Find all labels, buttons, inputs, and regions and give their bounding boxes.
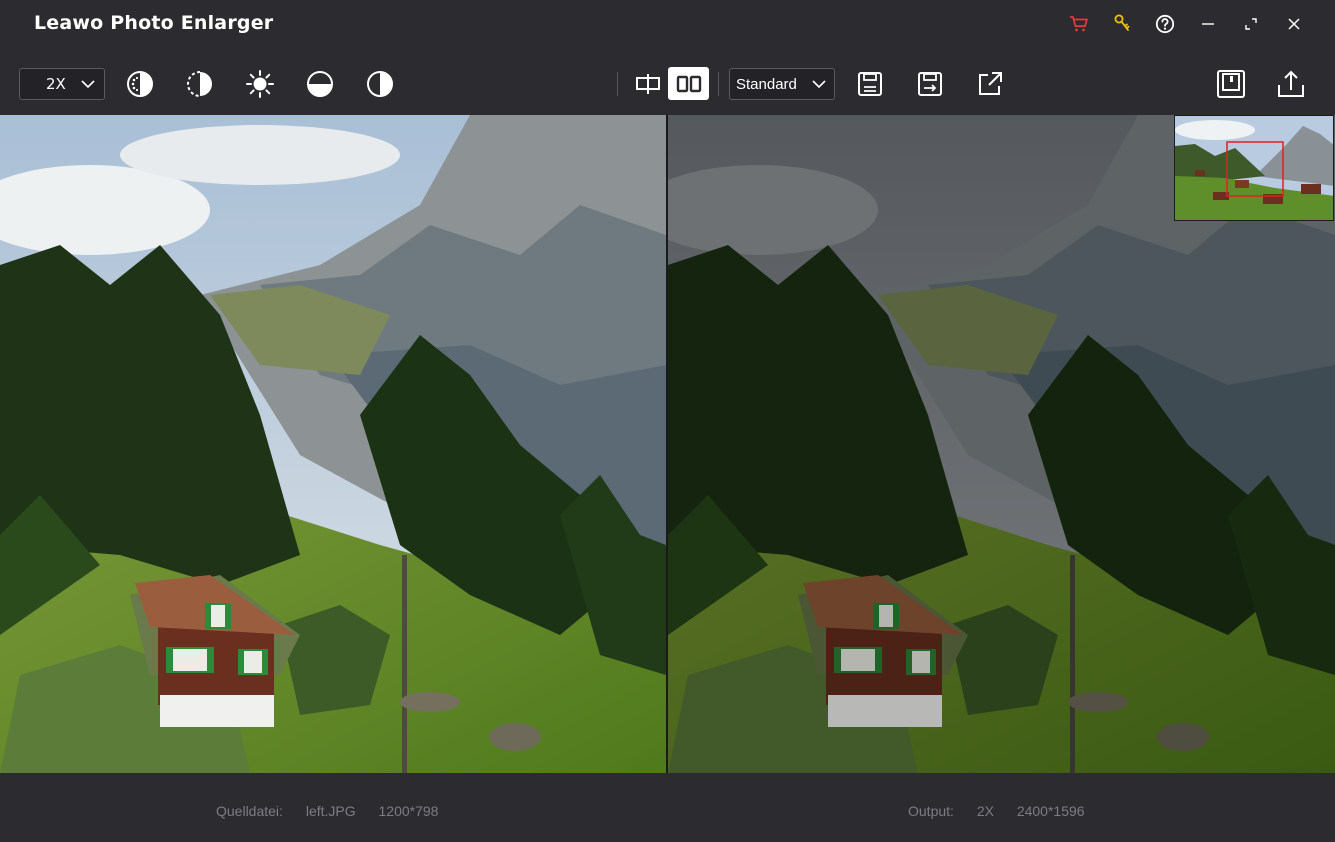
key-icon[interactable] [1100, 8, 1143, 40]
navigator-thumbnail[interactable] [1174, 115, 1334, 221]
mode-value: Standard [736, 75, 797, 93]
window-controls [1057, 8, 1315, 40]
source-info: Quelldatei: left.JPG 1200*798 [216, 803, 457, 819]
scale-value: 2X [46, 75, 66, 93]
split-center-icon[interactable] [627, 67, 668, 100]
output-scale: 2X [976, 803, 994, 819]
navigator-image [1175, 116, 1333, 220]
chevron-down-icon [812, 80, 826, 89]
view-mode-group [627, 67, 709, 100]
side-by-side-icon[interactable] [668, 67, 709, 100]
sharpness-icon[interactable] [363, 68, 397, 100]
scale-dropdown[interactable]: 2X [19, 68, 105, 100]
chevron-down-icon [81, 80, 95, 89]
status-footer: Quelldatei: left.JPG 1200*798 Output: 2X… [0, 773, 1335, 842]
original-image-pane[interactable] [0, 115, 666, 773]
contrast-icon[interactable] [183, 68, 217, 100]
brightness-icon[interactable] [243, 68, 277, 100]
saturation-icon[interactable] [123, 68, 157, 100]
source-file: left.JPG [305, 803, 356, 819]
batch-save-icon[interactable] [1214, 68, 1248, 100]
output-info: Output: 2X 2400*1596 [908, 803, 1104, 819]
maximize-icon[interactable] [1229, 8, 1272, 40]
source-size: 1200*798 [378, 803, 439, 819]
toolbar-separator [617, 72, 618, 96]
minimize-icon[interactable] [1186, 8, 1229, 40]
toolbar-separator [718, 72, 719, 96]
exposure-icon[interactable] [303, 68, 337, 100]
help-icon[interactable] [1143, 8, 1186, 40]
toolbar: 2X Standard [0, 48, 1335, 114]
save-as-icon[interactable] [913, 68, 947, 100]
source-label: Quelldatei: [216, 803, 283, 819]
output-size: 2400*1596 [1016, 803, 1085, 819]
title-bar: Leawo Photo Enlarger [0, 0, 1335, 48]
app-title: Leawo Photo Enlarger [34, 12, 274, 34]
save-icon[interactable] [853, 68, 887, 100]
output-label: Output: [908, 803, 954, 819]
cart-icon[interactable] [1057, 8, 1100, 40]
export-icon[interactable] [973, 68, 1007, 100]
mode-dropdown[interactable]: Standard [729, 68, 835, 100]
share-icon[interactable] [1274, 68, 1308, 100]
original-image [0, 115, 666, 773]
close-icon[interactable] [1272, 8, 1315, 40]
